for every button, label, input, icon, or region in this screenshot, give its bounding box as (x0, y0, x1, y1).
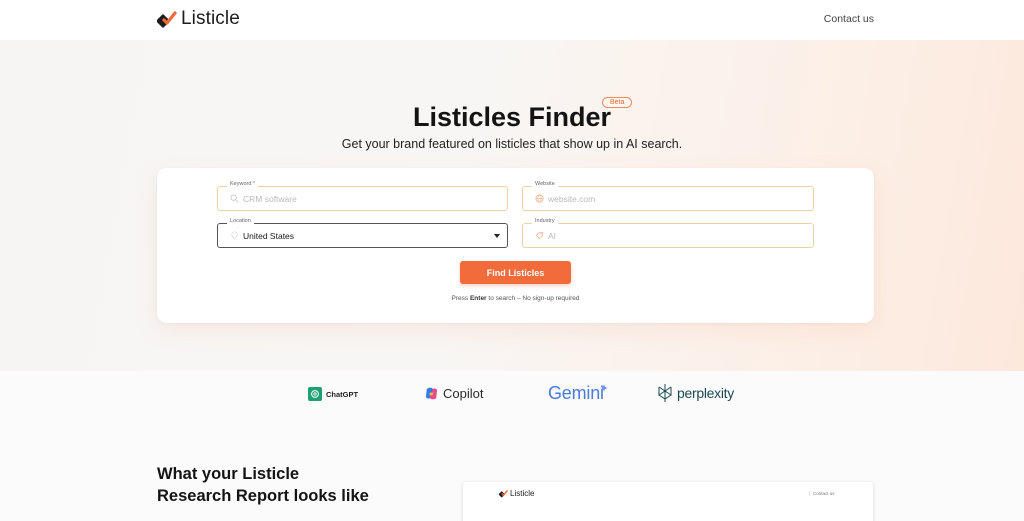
gemini-logo: Gemini (548, 383, 608, 404)
perplexity-icon (658, 384, 672, 402)
website-field[interactable]: Website website.com (522, 181, 814, 211)
preview-brand-name: Listicle (510, 489, 535, 498)
chatgpt-label: ChatGPT (326, 389, 359, 399)
ai-logos-band (0, 371, 1024, 431)
website-label: Website (532, 181, 558, 187)
search-hint: Press Enter to search – No sign-up requi… (451, 295, 580, 302)
perplexity-logo: perplexity (657, 383, 734, 403)
brand-name: Listicle (181, 8, 240, 29)
preview-contact-link: Contact us (809, 491, 835, 496)
chevron-down-icon (494, 234, 500, 238)
find-listicles-button[interactable]: Find Listicles (460, 261, 571, 284)
gemini-sparkle-icon (599, 383, 608, 392)
location-pin-icon (231, 231, 238, 240)
copilot-logo: Copilot (424, 386, 483, 401)
search-card: Keyword * CRM software Website website.c… (157, 168, 874, 323)
keyword-field[interactable]: Keyword * CRM software (217, 181, 508, 211)
hero-title-wrap: Listicles Finder (0, 102, 1024, 133)
location-select[interactable]: Location United States (217, 218, 508, 248)
location-value: United States (243, 231, 295, 241)
top-nav: Listicle Contact us (0, 0, 1024, 40)
industry-input[interactable]: AI (548, 231, 556, 241)
tag-icon (535, 231, 544, 240)
industry-field[interactable]: Industry AI (522, 218, 814, 248)
report-section-title: What your Listicle Research Report looks… (157, 465, 369, 505)
location-label: Location (227, 218, 254, 224)
listicle-logo-icon (499, 490, 508, 498)
copilot-label: Copilot (443, 386, 484, 401)
listicle-logo-icon (157, 11, 177, 28)
keyword-label: Keyword * (227, 181, 259, 187)
beta-badge: Beta (602, 97, 633, 108)
keyword-input[interactable]: CRM software (243, 194, 297, 204)
report-preview-card: Listicle Contact us (463, 482, 873, 521)
gemini-label: Gemini (548, 383, 604, 403)
perplexity-label: perplexity (677, 385, 734, 401)
preview-brand: Listicle (499, 489, 534, 498)
hero-subtitle: Get your brand featured on listicles tha… (341, 137, 683, 151)
search-icon (230, 194, 239, 203)
website-input[interactable]: website.com (548, 194, 595, 204)
copilot-icon (425, 387, 438, 400)
page-title: Listicles Finder (412, 102, 612, 132)
industry-label: Industry (532, 218, 558, 224)
brand-logo[interactable]: Listicle (157, 8, 240, 30)
chatgpt-icon (308, 387, 322, 401)
contact-us-link[interactable]: Contact us (824, 13, 874, 25)
chatgpt-logo: ChatGPT (308, 387, 358, 401)
globe-icon (535, 194, 544, 203)
enter-key-label: Enter (469, 295, 487, 302)
